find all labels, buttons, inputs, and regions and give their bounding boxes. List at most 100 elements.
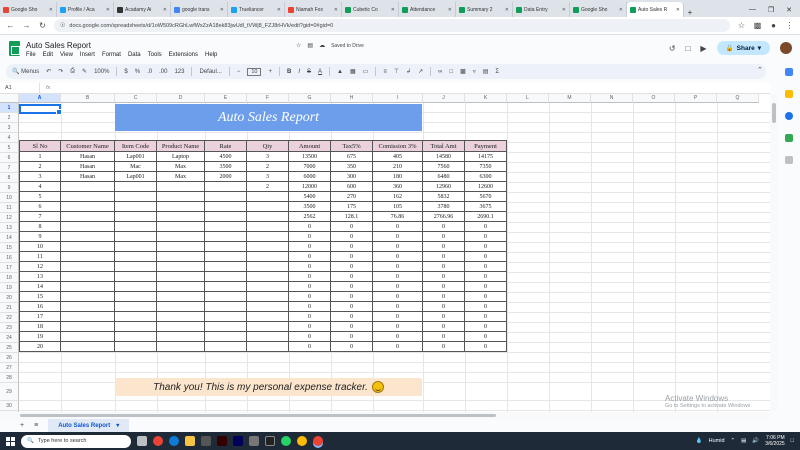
column-header[interactable]: E (205, 94, 247, 103)
table-cell[interactable]: 128.1 (330, 211, 373, 222)
row-header[interactable]: 7 (0, 163, 19, 173)
menu-item[interactable]: Tools (148, 52, 162, 58)
row-header[interactable]: 15 (0, 243, 19, 253)
vertical-scroll-thumb[interactable] (772, 103, 776, 123)
table-cell[interactable] (156, 201, 205, 212)
table-cell[interactable] (204, 331, 247, 342)
row-header[interactable]: 30 (0, 401, 19, 411)
browser-tab[interactable]: Cubetic Co ✕ (342, 2, 399, 17)
column-header-cell[interactable]: Sl No (19, 140, 61, 152)
add-ons-icon[interactable] (785, 156, 793, 164)
table-cell[interactable]: 0 (330, 251, 373, 262)
table-cell[interactable]: 0 (372, 311, 423, 322)
table-cell[interactable]: 0 (372, 341, 423, 352)
table-cell[interactable]: 0 (464, 311, 507, 322)
footer-note-cell[interactable]: Thank you! This is my personal expense t… (115, 378, 422, 396)
table-cell[interactable]: 0 (464, 251, 507, 262)
table-cell[interactable] (114, 211, 157, 222)
row-header[interactable]: 8 (0, 173, 19, 183)
row-header[interactable]: 5 (0, 143, 19, 153)
close-tab-icon[interactable]: ✕ (106, 7, 110, 13)
table-cell[interactable]: 0 (288, 341, 331, 352)
table-cell[interactable] (246, 201, 289, 212)
profile-icon[interactable]: ● (769, 21, 778, 30)
font-size-increase-icon[interactable]: + (268, 69, 272, 75)
table-cell[interactable]: 0 (372, 231, 423, 242)
table-cell[interactable]: 270 (330, 191, 373, 202)
close-tab-icon[interactable]: ✕ (391, 7, 395, 13)
table-cell[interactable] (60, 331, 115, 342)
table-cell[interactable]: 0 (330, 261, 373, 272)
url-input[interactable]: ☉ docs.google.com/spreadsheets/d/1oW509c… (54, 19, 730, 32)
table-cell[interactable]: 0 (288, 231, 331, 242)
table-cell[interactable] (60, 291, 115, 302)
selected-cell[interactable] (19, 104, 62, 115)
table-cell[interactable]: 76.86 (372, 211, 423, 222)
forward-icon[interactable]: → (22, 21, 31, 30)
table-cell[interactable] (204, 231, 247, 242)
table-cell[interactable] (204, 311, 247, 322)
table-cell[interactable]: 12 (19, 261, 61, 272)
table-cell[interactable]: 0 (330, 271, 373, 282)
table-cell[interactable]: 300 (330, 171, 373, 182)
table-cell[interactable]: 13 (19, 271, 61, 282)
table-cell[interactable] (114, 291, 157, 302)
table-cell[interactable] (246, 301, 289, 312)
table-cell[interactable]: 0 (372, 301, 423, 312)
table-cell[interactable]: 350 (330, 161, 373, 172)
table-cell[interactable]: 0 (464, 281, 507, 292)
back-icon[interactable]: ← (6, 21, 15, 30)
table-cell[interactable]: 0 (372, 291, 423, 302)
table-cell[interactable]: 0 (422, 221, 465, 232)
table-cell[interactable]: 210 (372, 161, 423, 172)
table-cell[interactable]: 11 (19, 251, 61, 262)
horizontal-scrollbar[interactable] (0, 412, 770, 419)
table-cell[interactable] (114, 321, 157, 332)
table-cell[interactable]: 5400 (288, 191, 331, 202)
row-header[interactable]: 19 (0, 283, 19, 293)
table-cell[interactable]: 0 (288, 281, 331, 292)
close-tab-icon[interactable]: ✕ (676, 7, 680, 13)
table-cell[interactable] (60, 281, 115, 292)
table-cell[interactable] (204, 321, 247, 332)
table-cell[interactable]: 4500 (204, 151, 247, 162)
table-cell[interactable]: 0 (330, 331, 373, 342)
borders-icon[interactable]: ▦ (350, 68, 356, 75)
table-cell[interactable]: 675 (330, 151, 373, 162)
tray-arrow-icon[interactable]: ⌃ (731, 438, 736, 444)
table-cell[interactable]: 2000 (204, 171, 247, 182)
app-icon[interactable] (249, 436, 259, 446)
filter-icon[interactable]: ▿ (473, 68, 476, 75)
table-cell[interactable] (114, 181, 157, 192)
history-icon[interactable]: ↺ (669, 44, 676, 53)
horizontal-align-icon[interactable]: ≡ (383, 69, 387, 75)
table-cell[interactable]: 0 (288, 321, 331, 332)
row-header[interactable]: 27 (0, 363, 19, 373)
table-cell[interactable]: 2 (19, 161, 61, 172)
table-cell[interactable]: 16 (19, 301, 61, 312)
table-cell[interactable]: 3500 (204, 161, 247, 172)
column-header[interactable]: O (633, 94, 675, 103)
column-header[interactable]: K (465, 94, 507, 103)
table-cell[interactable]: 0 (422, 261, 465, 272)
table-cell[interactable]: 0 (464, 321, 507, 332)
table-cell[interactable]: 180 (372, 171, 423, 182)
row-header[interactable]: 21 (0, 303, 19, 313)
table-cell[interactable]: 0 (372, 221, 423, 232)
column-header[interactable]: N (591, 94, 633, 103)
table-cell[interactable]: 13500 (288, 151, 331, 162)
table-cell[interactable] (246, 261, 289, 272)
store-icon[interactable] (201, 436, 211, 446)
table-cell[interactable]: 9 (19, 231, 61, 242)
table-cell[interactable] (114, 221, 157, 232)
horizontal-scroll-thumb[interactable] (20, 414, 496, 417)
table-cell[interactable] (246, 271, 289, 282)
menu-item[interactable]: Format (102, 52, 121, 58)
browser-tab[interactable]: Acadamy Ai ✕ (114, 2, 171, 17)
table-cell[interactable]: Lap001 (114, 171, 157, 182)
font-size-decrease-icon[interactable]: − (237, 69, 241, 75)
table-cell[interactable]: 5 (19, 191, 61, 202)
menu-item[interactable]: Help (205, 52, 217, 58)
network-icon[interactable]: ▤ (741, 438, 746, 444)
menu-item[interactable]: Data (128, 52, 141, 58)
